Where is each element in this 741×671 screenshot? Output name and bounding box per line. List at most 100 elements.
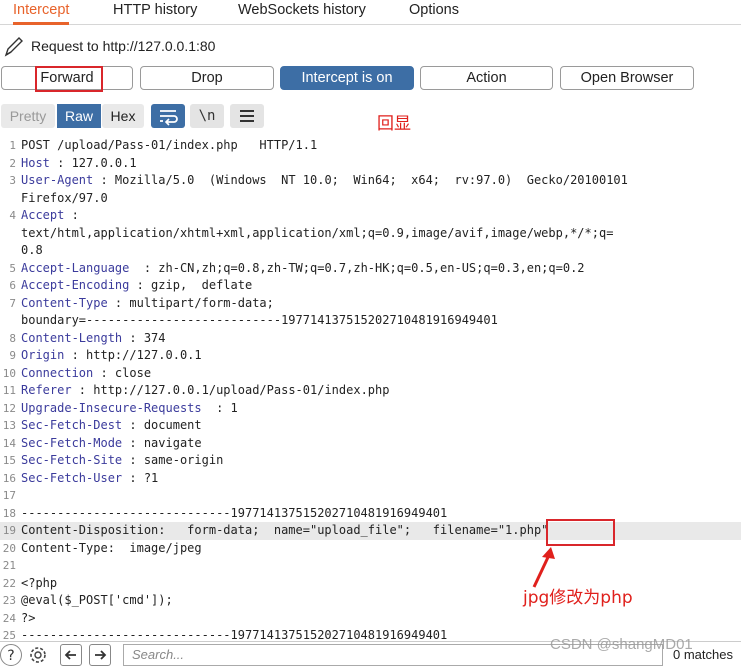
header-value: : document — [122, 418, 202, 432]
header-value: : gzip, deflate — [129, 278, 253, 292]
code-line[interactable]: 7 Content-Type : multipart/form-data; — [0, 295, 741, 313]
view-toolbar: Pretty Raw Hex \n — [0, 104, 741, 128]
svg-text:?: ? — [7, 648, 14, 664]
line-text: Accept-Encoding : gzip, deflate — [21, 277, 252, 295]
tab-intercept[interactable]: Intercept — [13, 0, 70, 25]
line-number: 18 — [2, 506, 16, 520]
line-text: Host : 127.0.0.1 — [21, 155, 137, 173]
line-number: 9 — [9, 349, 16, 362]
pretty-view-button[interactable]: Pretty — [1, 104, 55, 128]
header-name: Origin — [21, 348, 65, 362]
code-line[interactable]: 6 Accept-Encoding : gzip, deflate — [0, 277, 741, 295]
line-text: Sec-Fetch-Mode : navigate — [21, 435, 202, 453]
code-line[interactable]: 13 Sec-Fetch-Dest : document — [0, 417, 741, 435]
code-line[interactable]: 1 POST /upload/Pass-01/index.php HTTP/1.1 — [0, 137, 741, 155]
header-value: : close — [93, 365, 152, 380]
line-number: 3 — [9, 174, 16, 187]
pencil-icon — [2, 33, 26, 59]
line-number: 11 — [2, 384, 16, 397]
menu-icon[interactable] — [230, 104, 264, 128]
line-number: 4 — [9, 209, 16, 222]
show-newline-icon[interactable]: \n — [190, 104, 224, 128]
line-number: 6 — [9, 279, 16, 292]
header-name: Referer — [21, 383, 72, 397]
header-value: : multipart/form-data; — [107, 295, 274, 310]
code-line[interactable]: 2 Host : 127.0.0.1 — [0, 155, 741, 173]
code-line[interactable]: 4 Accept : — [0, 207, 741, 225]
header-value: text/html,application/xhtml+xml,applicat… — [21, 225, 614, 240]
header-name: Accept-Encoding — [21, 278, 130, 292]
line-number: 13 — [2, 419, 16, 432]
line-number: 22 — [2, 576, 16, 590]
previous-match-icon[interactable] — [60, 644, 82, 666]
code-line[interactable]: 5 Accept-Language : zh-CN,zh;q=0.8,zh-TW;… — [0, 260, 741, 278]
header-value: : 127.0.0.1 — [49, 155, 137, 170]
line-number: 12 — [2, 401, 16, 415]
raw-view-button[interactable]: Raw — [57, 104, 101, 128]
line-text: text/html,application/xhtml+xml,applicat… — [21, 225, 613, 243]
header-value: Content-Disposition: form-data; name="up… — [21, 523, 549, 537]
line-text: POST /upload/Pass-01/index.php HTTP/1.1 — [21, 137, 317, 155]
intercept-toggle-button[interactable]: Intercept is on — [280, 66, 414, 90]
header-value: -----------------------------19771413751… — [21, 505, 448, 520]
code-line[interactable]: text/html,application/xhtml+xml,applicat… — [0, 225, 741, 243]
tab-websockets-history[interactable]: WebSockets history — [238, 0, 366, 22]
request-editor[interactable]: 1 POST /upload/Pass-01/index.php HTTP/1.1… — [0, 136, 741, 639]
echo-annotation: 回显 — [377, 114, 411, 134]
line-number: 20 — [2, 541, 16, 555]
code-line[interactable]: 18 -----------------------------197714137… — [0, 505, 741, 523]
help-icon[interactable]: ? — [0, 644, 22, 666]
line-text: Accept : — [21, 207, 79, 225]
action-button[interactable]: Action — [420, 66, 553, 90]
line-number: 15 — [2, 454, 16, 467]
code-line[interactable]: 8 Content-Length : 374 — [0, 330, 741, 348]
code-line[interactable]: 11 Referer : http://127.0.0.1/upload/Pass… — [0, 382, 741, 400]
line-text: <?php — [21, 575, 57, 593]
code-line[interactable]: 15 Sec-Fetch-Site : same-origin — [0, 452, 741, 470]
request-info-bar: Request to http://127.0.0.1:80 — [0, 33, 741, 59]
line-text: Connection : close — [21, 365, 151, 383]
code-line[interactable]: 0.8 — [0, 242, 741, 260]
code-line[interactable]: 20 Content-Type: image/jpeg — [0, 540, 741, 558]
code-line[interactable]: 3 User-Agent : Mozilla/5.0 (Windows NT 10… — [0, 172, 741, 190]
line-text: Content-Length : 374 — [21, 330, 166, 348]
header-value: ?> — [21, 610, 36, 625]
code-line[interactable]: 10 Connection : close — [0, 365, 741, 383]
tab-http-history[interactable]: HTTP history — [113, 0, 197, 22]
code-line[interactable]: 19 Content-Disposition: form-data; name="… — [0, 522, 741, 540]
wrap-lines-icon[interactable] — [151, 104, 185, 128]
line-text: Accept-Language : zh-CN,zh;q=0.8,zh-TW;q… — [21, 260, 585, 278]
drop-button[interactable]: Drop — [140, 66, 274, 90]
header-name: Upgrade-Insecure-Requests — [21, 400, 202, 415]
line-number: 21 — [2, 559, 16, 572]
highlight-box-filename — [546, 519, 615, 546]
code-line[interactable]: boundary=---------------------------1977… — [0, 312, 741, 330]
line-number: 23 — [2, 594, 16, 607]
header-name: Accept-Language — [21, 260, 130, 275]
line-text: Sec-Fetch-Dest : document — [21, 417, 202, 435]
code-line[interactable]: 17 — [0, 487, 741, 505]
header-value: : http://127.0.0.1 — [64, 348, 202, 362]
line-number: 5 — [9, 261, 16, 275]
header-name: Sec-Fetch-Dest — [21, 418, 123, 432]
open-browser-button[interactable]: Open Browser — [560, 66, 694, 90]
code-line[interactable]: 9 Origin : http://127.0.0.1 — [0, 347, 741, 365]
code-line[interactable]: 16 Sec-Fetch-User : ?1 — [0, 470, 741, 488]
gear-icon[interactable] — [27, 644, 49, 666]
header-value: 0.8 — [21, 243, 43, 257]
line-number: 17 — [2, 489, 16, 502]
code-line[interactable]: 24 ?> — [0, 610, 741, 628]
next-match-icon[interactable] — [89, 644, 111, 666]
line-number: 10 — [2, 366, 16, 380]
hex-view-button[interactable]: Hex — [102, 104, 144, 128]
code-line[interactable]: Firefox/97.0 — [0, 190, 741, 208]
code-line[interactable]: 12 Upgrade-Insecure-Requests : 1 — [0, 400, 741, 418]
code-line[interactable]: 21 — [0, 557, 741, 575]
code-line[interactable]: 14 Sec-Fetch-Mode : navigate — [0, 435, 741, 453]
line-number: 14 — [2, 436, 16, 450]
header-value: <?php — [21, 575, 58, 590]
line-text: Upgrade-Insecure-Requests : 1 — [21, 400, 238, 418]
watermark: CSDN @shangMD01 — [550, 636, 693, 653]
header-name: Sec-Fetch-Mode — [21, 435, 123, 450]
tab-options[interactable]: Options — [409, 0, 459, 22]
